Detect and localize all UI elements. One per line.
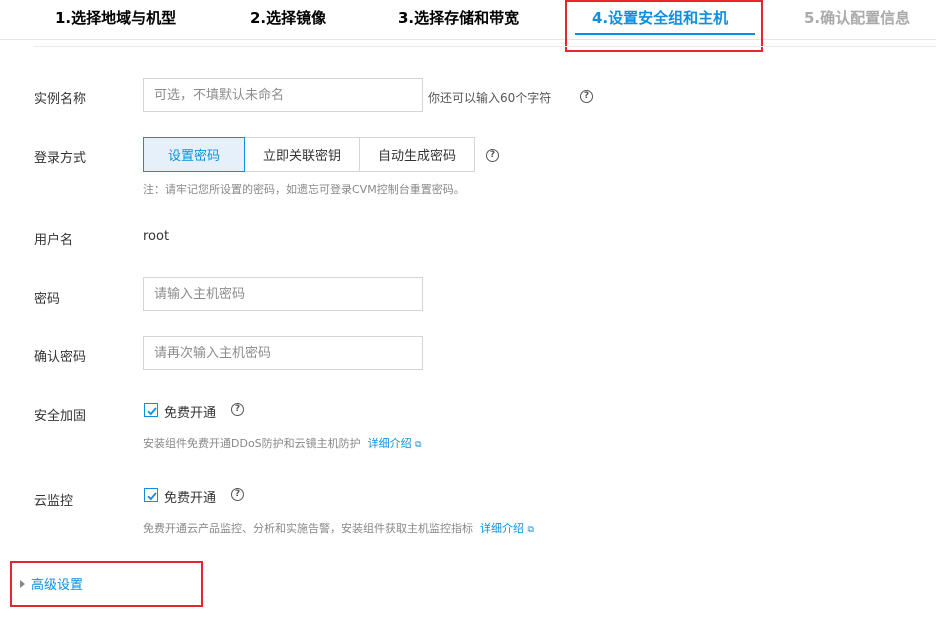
instance-name-label: 实例名称 (34, 92, 87, 107)
password-input[interactable] (143, 277, 423, 311)
login-method-segmented: 设置密码 立即关联密钥 自动生成密码 (143, 137, 475, 172)
login-method-label: 登录方式 (34, 151, 87, 166)
step-storage-bandwidth[interactable]: 3.选择存储和带宽 (398, 7, 519, 28)
cloud-monitor-checkbox-label[interactable]: 免费开通 (164, 487, 216, 506)
help-icon[interactable]: ? (231, 488, 244, 501)
confirm-password-input[interactable] (143, 336, 423, 370)
username-label: 用户名 (34, 233, 74, 248)
username-value: root (143, 229, 170, 244)
monitor-detail-link[interactable]: 详细介绍 (480, 522, 524, 535)
login-auto-password-button[interactable]: 自动生成密码 (359, 137, 475, 172)
security-hardening-label: 安全加固 (34, 409, 87, 424)
help-icon[interactable]: ? (486, 149, 499, 162)
external-link-icon[interactable]: ⧉ (528, 525, 534, 535)
instance-name-input[interactable] (143, 78, 423, 112)
highlight-box-active-step (565, 0, 763, 52)
external-link-icon[interactable]: ⧉ (415, 440, 421, 450)
step-region-model[interactable]: 1.选择地域与机型 (55, 7, 176, 28)
confirm-password-label: 确认密码 (34, 350, 87, 365)
cloud-monitor-desc: 免费开通云产品监控、分析和实施告警，安装组件获取主机监控指标 详细介绍 ⧉ (143, 520, 534, 536)
instance-name-char-hint: 你还可以输入60个字符 (428, 91, 552, 105)
security-hardening-checkbox[interactable] (144, 403, 158, 417)
help-icon[interactable]: ? (231, 403, 244, 416)
security-hardening-checkbox-label[interactable]: 免费开通 (164, 402, 216, 421)
step-image[interactable]: 2.选择镜像 (250, 7, 326, 28)
help-icon[interactable]: ? (580, 90, 593, 103)
security-detail-link[interactable]: 详细介绍 (368, 437, 412, 450)
cloud-monitor-label: 云监控 (34, 494, 74, 509)
step-confirm-config: 5.确认配置信息 (804, 9, 911, 27)
login-password-note: 注：请牢记您所设置的密码，如遗忘可登录CVM控制台重置密码。 (143, 183, 465, 196)
highlight-box-advanced (10, 561, 203, 607)
divider (33, 46, 936, 47)
step-bar: 1.选择地域与机型 2.选择镜像 3.选择存储和带宽 4.设置安全组和主机 5.… (0, 0, 936, 40)
check-icon (147, 492, 157, 501)
cloud-monitor-checkbox[interactable] (144, 488, 158, 502)
security-hardening-desc-text: 安装组件免费开通DDoS防护和云镜主机防护 (143, 437, 361, 450)
cloud-monitor-desc-text: 免费开通云产品监控、分析和实施告警，安装组件获取主机监控指标 (143, 522, 473, 535)
login-set-password-button[interactable]: 设置密码 (143, 137, 245, 172)
login-associate-key-button[interactable]: 立即关联密钥 (244, 137, 360, 172)
check-icon (147, 407, 157, 416)
security-hardening-desc: 安装组件免费开通DDoS防护和云镜主机防护 详细介绍 ⧉ (143, 435, 422, 451)
password-label: 密码 (34, 292, 61, 307)
